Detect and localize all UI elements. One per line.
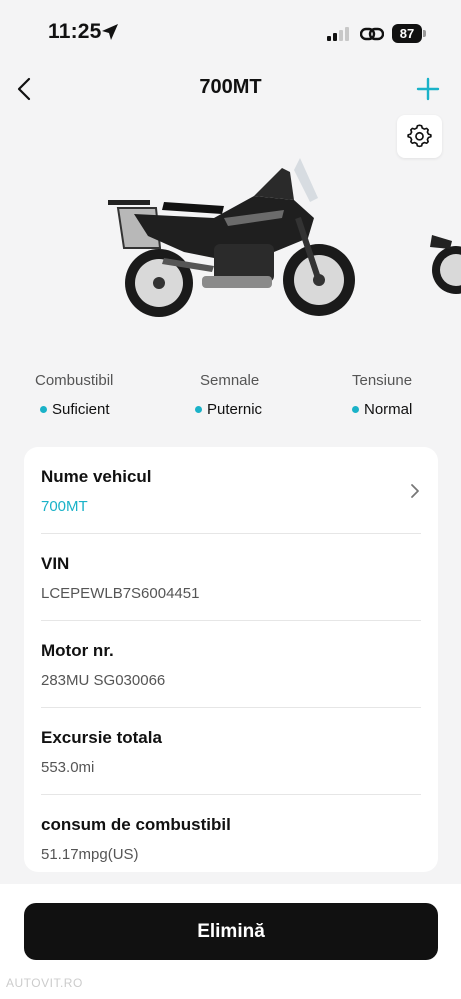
page-title: 700MT [199, 76, 262, 98]
battery-level: 87 [392, 24, 422, 43]
voltage-label: Tensiune [352, 372, 413, 389]
row-title: Nume vehicul [41, 467, 152, 486]
row-value: 283MU SG030066 [41, 672, 166, 689]
delete-vehicle-button[interactable]: Elimină [24, 903, 438, 960]
row-value: 553.0mi [41, 759, 95, 776]
voltage-value-wrap: Normal [352, 401, 461, 418]
battery-cap [423, 30, 426, 37]
battery-icon: 87 [392, 24, 426, 44]
chevron-right-icon [411, 484, 419, 498]
vehicle-details-card: Nume vehicul 700MT VIN LCEPEWLB7S6004451… [24, 447, 438, 872]
status-dot-icon [352, 406, 359, 413]
signal-label: Semnale [200, 372, 260, 389]
link-icon [360, 27, 384, 41]
voltage-status: Tensiune Normal [352, 372, 461, 418]
signal-value-wrap: Puternic [195, 401, 360, 418]
motorcycle-image [108, 158, 355, 317]
status-time: 11:25 [48, 20, 102, 43]
row-title: consum de combustibil [41, 815, 231, 834]
next-motorcycle-image[interactable] [422, 225, 461, 300]
nav-bar: 700MT [0, 66, 461, 112]
vehicle-name-row[interactable]: Nume vehicul 700MT [41, 447, 421, 534]
status-dot-icon [195, 406, 202, 413]
engine-number-row: Motor nr. 283MU SG030066 [41, 621, 421, 708]
row-title: VIN [41, 554, 70, 573]
fuel-value: Suficient [52, 401, 110, 418]
fuel-consumption-row: consum de combustibil 51.17mpg(US) [41, 795, 421, 872]
total-trip-row: Excursie totala 553.0mi [41, 708, 421, 795]
cellular-signal-icon [327, 27, 349, 41]
row-value: 51.17mpg(US) [41, 846, 139, 863]
vehicle-detail-screen: 11:25 87 700MT Combustibil Suficient Sem… [0, 0, 461, 999]
fuel-value-wrap: Suficient [40, 401, 195, 418]
row-title: Motor nr. [41, 641, 114, 660]
status-dot-icon [40, 406, 47, 413]
status-bar: 11:25 87 [0, 0, 461, 66]
fuel-label: Combustibil [35, 372, 114, 389]
row-title: Excursie totala [41, 728, 162, 747]
fuel-status: Combustibil Suficient [35, 372, 195, 418]
gear-icon [407, 124, 432, 148]
settings-button[interactable] [397, 115, 442, 158]
vehicle-status-summary: Combustibil Suficient Semnale Puternic T… [0, 372, 461, 422]
row-value: LCEPEWLB7S6004451 [41, 585, 200, 602]
signal-status: Semnale Puternic [195, 372, 360, 418]
voltage-value: Normal [364, 401, 413, 418]
signal-value: Puternic [207, 401, 263, 418]
row-value: 700MT [41, 498, 88, 515]
plus-icon[interactable] [416, 77, 440, 101]
vin-row: VIN LCEPEWLB7S6004451 [41, 534, 421, 621]
location-arrow-icon [102, 24, 118, 40]
watermark: AUTOVIT.RO [6, 976, 83, 990]
